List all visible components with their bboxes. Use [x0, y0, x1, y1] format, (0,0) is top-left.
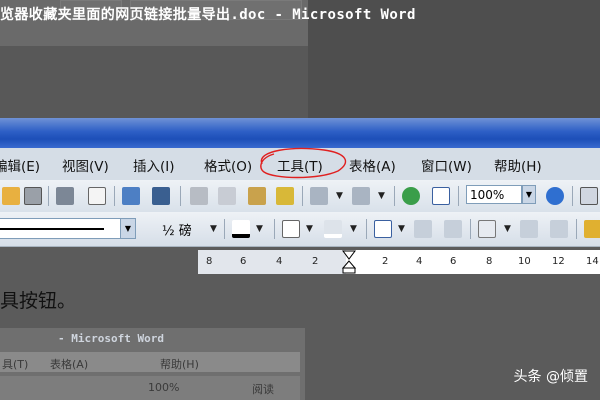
ruler-tick: 2	[312, 256, 319, 267]
toolbar-separator	[302, 186, 303, 206]
menu-window[interactable]: 窗口(W)	[421, 155, 472, 175]
insert-table-dropdown-icon[interactable]: ▼	[398, 224, 405, 234]
undo-dropdown-icon[interactable]: ▼	[336, 191, 343, 201]
read-icon[interactable]	[580, 187, 598, 205]
line-weight-dropdown-icon[interactable]: ▼	[210, 224, 217, 234]
thumbnail-menu-item: 帮助(H)	[160, 358, 199, 371]
zoom-dropdown-icon[interactable]: ▼	[522, 185, 536, 204]
ruler-tick: 6	[240, 256, 247, 267]
research-icon[interactable]	[152, 187, 170, 205]
menu-tools[interactable]: 工具(T)	[277, 155, 323, 175]
ruler-tick: 12	[552, 256, 565, 267]
merge-cells-icon[interactable]	[414, 220, 432, 238]
zoom-select[interactable]: 100%	[466, 185, 522, 204]
menu-insert[interactable]: 插入(I)	[133, 155, 175, 175]
cut-icon[interactable]	[190, 187, 208, 205]
toolbar-separator	[180, 186, 181, 206]
open-icon[interactable]	[2, 187, 20, 205]
title-bar	[0, 118, 600, 148]
shading-dropdown-icon[interactable]: ▼	[350, 224, 357, 234]
menu-help[interactable]: 帮助(H)	[494, 155, 542, 175]
thumbnail-reading: 阅读	[252, 383, 274, 396]
watermark: 头条 @倾置	[513, 369, 588, 385]
toolbar-separator	[394, 186, 395, 206]
menu-bar: 编辑(E) 视图(V) 插入(I) 格式(O) 工具(T) 表格(A) 窗口(W…	[0, 148, 600, 181]
thumbnail-menu-bar	[0, 352, 300, 372]
ruler-tick: 8	[206, 256, 213, 267]
spelling-icon[interactable]	[122, 187, 140, 205]
line-color-dropdown-icon[interactable]: ▼	[256, 224, 263, 234]
undo-icon[interactable]	[310, 187, 328, 205]
print-preview-icon[interactable]	[88, 187, 106, 205]
align-icon[interactable]	[478, 220, 496, 238]
shading-color-icon[interactable]	[324, 220, 342, 238]
toolbar-separator	[274, 219, 275, 239]
thumbnail-menu-item: 表格(A)	[50, 358, 89, 371]
ruler-tick: 6	[450, 256, 457, 267]
tables-borders-icon[interactable]	[432, 187, 450, 205]
line-weight-select[interactable]: ½ 磅	[162, 220, 192, 239]
toolbar-separator	[458, 186, 459, 206]
toolbar-separator	[576, 219, 577, 239]
insert-table-icon[interactable]	[374, 220, 392, 238]
distribute-rows-icon[interactable]	[520, 220, 538, 238]
thumbnail-zoom: 100%	[148, 381, 180, 394]
toolbar-separator	[366, 219, 367, 239]
hyperlink-icon[interactable]	[402, 187, 420, 205]
menu-view[interactable]: 视图(V)	[62, 155, 109, 175]
toolbar-separator	[572, 186, 573, 206]
line-color-icon[interactable]	[232, 220, 250, 238]
thumbnail-menu-item: 具(T)	[2, 358, 29, 371]
redo-dropdown-icon[interactable]: ▼	[378, 191, 385, 201]
toolbar-separator	[470, 219, 471, 239]
window-title: 览器收藏夹里面的网页链接批量导出.doc - Microsoft Word	[0, 7, 416, 23]
ruler-tick: 14	[586, 256, 599, 267]
line-style-dropdown-icon[interactable]: ▼	[120, 218, 136, 239]
toolbar-separator	[114, 186, 115, 206]
menu-table[interactable]: 表格(A)	[349, 155, 396, 175]
ruler-tick: 2	[382, 256, 389, 267]
border-dropdown-icon[interactable]: ▼	[306, 224, 313, 234]
permission-icon[interactable]	[24, 187, 42, 205]
distribute-columns-icon[interactable]	[550, 220, 568, 238]
menu-edit[interactable]: 编辑(E)	[0, 155, 40, 175]
ruler-tick: 4	[276, 256, 283, 267]
print-icon[interactable]	[56, 187, 74, 205]
redo-icon[interactable]	[352, 187, 370, 205]
ruler-tick: 8	[486, 256, 493, 267]
border-icon[interactable]	[282, 220, 300, 238]
menu-format[interactable]: 格式(O)	[204, 155, 252, 175]
article-caption: 具按钮。	[0, 290, 77, 312]
thumbnail-title: - Microsoft Word	[58, 332, 164, 345]
ruler-margin	[198, 250, 346, 274]
toolbar-separator	[48, 186, 49, 206]
format-painter-icon[interactable]	[276, 187, 294, 205]
toolbar-separator	[224, 219, 225, 239]
copy-icon[interactable]	[218, 187, 236, 205]
indent-marker-icon[interactable]	[342, 250, 356, 274]
line-style-sample	[0, 228, 104, 230]
autoformat-icon[interactable]	[584, 220, 600, 238]
align-dropdown-icon[interactable]: ▼	[504, 224, 511, 234]
paste-icon[interactable]	[248, 187, 266, 205]
help-icon[interactable]	[546, 187, 564, 205]
ruler-tick: 10	[518, 256, 531, 267]
split-cells-icon[interactable]	[444, 220, 462, 238]
ruler-tick: 4	[416, 256, 423, 267]
